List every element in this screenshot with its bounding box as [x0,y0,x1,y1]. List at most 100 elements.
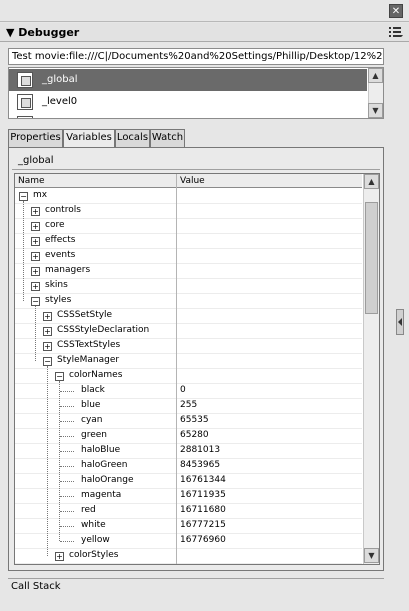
tab-properties[interactable]: Properties [8,129,63,147]
scroll-thumb[interactable] [365,202,378,314]
variable-name: core [45,220,65,230]
variable-value: 16777215 [180,520,226,530]
expand-icon[interactable]: + [31,282,40,291]
table-row[interactable]: yellow 16776960 [15,534,362,549]
level-item-global[interactable]: _global [9,69,367,91]
tree-connector [60,481,74,482]
table-row[interactable]: white 16777215 [15,519,362,534]
table-row[interactable]: green 65280 [15,429,362,444]
table-row[interactable]: + CSSSetStyle [15,309,362,324]
tree-connector [60,406,74,407]
expand-icon[interactable]: + [31,252,40,261]
call-stack-section[interactable]: Call Stack [8,578,384,596]
close-icon[interactable]: ✕ [389,4,403,18]
options-menu-icon[interactable] [389,26,403,38]
variable-name: managers [45,265,91,275]
level-item-level0[interactable]: _level0 [9,91,367,113]
expand-icon[interactable]: + [31,207,40,216]
variables-grid[interactable]: Name Value − mx + controls + core + effects + eve… [14,173,380,565]
tree-connector [35,306,36,361]
variable-value: 65535 [180,415,209,425]
collapse-icon[interactable]: − [31,297,40,306]
table-row[interactable]: − StyleManager [15,354,362,369]
collapse-icon[interactable]: − [43,357,52,366]
table-row[interactable]: + colorStyles [15,549,362,564]
table-row[interactable]: − styles [15,294,362,309]
table-row[interactable]: haloBlue 2881013 [15,444,362,459]
table-row[interactable]: + CSSStyleDeclaration [15,324,362,339]
expand-icon[interactable]: + [43,312,52,321]
variable-name: haloGreen [81,460,128,470]
variable-name: styles [45,295,72,305]
variable-name: blue [81,400,101,410]
expand-icon[interactable]: + [31,237,40,246]
scroll-down-icon[interactable]: ▼ [364,548,379,563]
tree-connector [60,496,74,497]
collapse-icon[interactable]: − [19,192,28,201]
table-row[interactable]: magenta 16711935 [15,489,362,504]
variable-value: 16711935 [180,490,226,500]
variable-name: events [45,250,76,260]
scroll-up-icon[interactable]: ▲ [368,68,383,83]
tab-locals[interactable]: Locals [115,129,150,147]
tab-variables[interactable]: Variables [63,129,115,148]
column-header-value[interactable]: Value [177,174,205,188]
variable-value: 2881013 [180,445,221,455]
collapse-icon[interactable]: − [55,372,64,381]
variable-name: CSSSetStyle [57,310,113,320]
tree-connector [60,526,74,527]
variable-value: 0 [180,385,186,395]
panel-title[interactable]: ▼ Debugger [6,26,79,39]
column-divider[interactable] [176,174,177,564]
scroll-down-icon[interactable]: ▼ [368,103,383,118]
table-row[interactable]: black 0 [15,384,362,399]
collapse-panel-icon[interactable] [396,309,404,335]
tab-watch[interactable]: Watch [150,129,185,147]
variable-name: green [81,430,107,440]
grid-scrollbar[interactable]: ▲ ▼ [363,174,379,564]
table-row[interactable]: + events [15,249,362,264]
tree-connector [23,201,24,301]
variable-value: 65280 [180,430,209,440]
variable-name: controls [45,205,81,215]
expand-icon[interactable]: + [43,327,52,336]
variable-name: effects [45,235,76,245]
tree-connector [60,466,74,467]
table-row[interactable]: + controls [15,204,362,219]
variable-name: magenta [81,490,122,500]
level-list-scrollbar[interactable]: ▲ ▼ [368,68,383,118]
movieclip-icon [17,94,33,110]
scope-label: _global [18,155,54,166]
table-row[interactable]: red 16711680 [15,504,362,519]
table-row[interactable]: haloOrange 16761344 [15,474,362,489]
table-row[interactable]: blue 255 [15,399,362,414]
level-list[interactable]: _global _level0 ▲ ▼ [8,67,384,119]
tree-connector [60,421,74,422]
table-row[interactable]: cyan 65535 [15,414,362,429]
table-row[interactable]: haloGreen 8453965 [15,459,362,474]
variable-name: CSSStyleDeclaration [57,325,150,335]
table-row[interactable]: + core [15,219,362,234]
tree-connector [60,451,74,452]
movie-path-field: Test movie:file:///C|/Documents%20and%20… [8,48,384,65]
variable-name: cyan [81,415,103,425]
table-row[interactable]: + managers [15,264,362,279]
movieclip-icon [17,116,33,118]
scroll-up-icon[interactable]: ▲ [364,174,379,189]
table-row[interactable]: − colorNames [15,369,362,384]
variable-value: 16711680 [180,505,226,515]
expand-icon[interactable]: + [43,342,52,351]
variable-name: red [81,505,96,515]
expand-icon[interactable]: + [55,552,64,561]
variable-name: skins [45,280,68,290]
column-header-name[interactable]: Name [15,174,45,188]
table-row[interactable]: − mx [15,189,362,204]
expand-icon[interactable]: + [31,222,40,231]
level-item-label: _level0 [42,96,78,107]
expand-icon[interactable]: + [31,267,40,276]
table-row[interactable]: + effects [15,234,362,249]
grid-header: Name Value [15,174,362,188]
table-row[interactable]: + CSSTextStyles [15,339,362,354]
table-row[interactable]: + skins [15,279,362,294]
level-item-partial[interactable] [9,113,367,118]
